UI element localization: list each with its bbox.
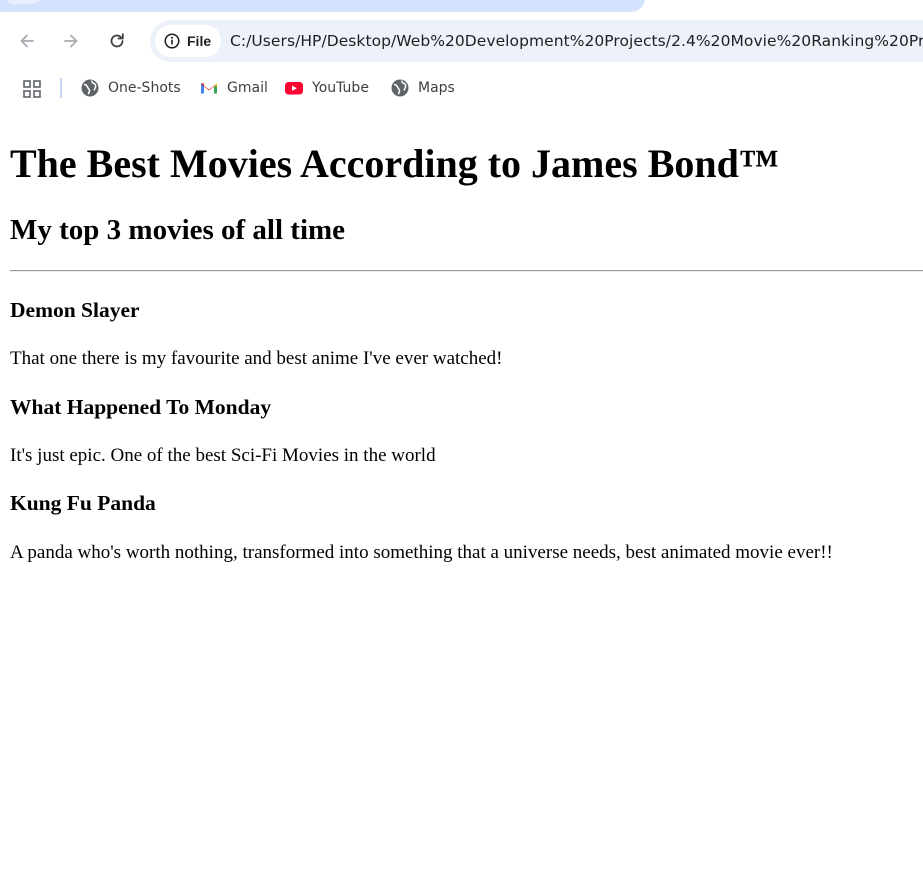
site-info-label: File: [187, 33, 212, 49]
forward-arrow-icon: [64, 34, 78, 48]
globe-icon: [81, 79, 99, 97]
bookmark-label: YouTube: [312, 80, 369, 96]
movie-description: That one there is my favourite and best …: [10, 348, 503, 369]
bookmarks-bar: One-Shots Gmail YouTube Maps: [0, 70, 923, 106]
movie-title: Demon Slayer: [10, 298, 140, 322]
bookmark-label: Gmail: [227, 80, 268, 96]
active-tab[interactable]: [0, 0, 645, 12]
movie-description: It's just epic. One of the best Sci-Fi M…: [10, 445, 436, 466]
back-button[interactable]: [14, 28, 40, 54]
horizontal-rule: [10, 270, 923, 272]
youtube-icon: [285, 82, 303, 95]
gmail-icon: [201, 83, 217, 94]
bookmark-maps[interactable]: Maps: [390, 76, 455, 100]
back-arrow-icon: [20, 34, 34, 48]
site-info-chip[interactable]: File: [155, 25, 222, 57]
bookmark-youtube[interactable]: YouTube: [284, 76, 369, 100]
browser-toolbar: File C:/Users/HP/Desktop/Web%20Developme…: [0, 12, 923, 70]
tab-strip: [0, 0, 923, 12]
bookmark-one-shots[interactable]: One-Shots: [80, 76, 181, 100]
bookmark-label: Maps: [418, 80, 455, 96]
reload-icon: [110, 33, 124, 48]
globe-icon: [391, 79, 409, 97]
bookmark-label: One-Shots: [108, 80, 181, 96]
reload-button[interactable]: [104, 28, 130, 54]
page-title: The Best Movies According to James Bond™: [10, 141, 779, 186]
forward-button[interactable]: [58, 28, 84, 54]
apps-grid-icon[interactable]: [22, 79, 42, 99]
bookmarks-separator: [60, 78, 62, 98]
info-icon: [164, 33, 180, 49]
movie-description: A panda who's worth nothing, transformed…: [10, 542, 833, 563]
url-text[interactable]: C:/Users/HP/Desktop/Web%20Development%20…: [230, 20, 923, 62]
bookmark-gmail[interactable]: Gmail: [199, 76, 268, 100]
movie-title: What Happened To Monday: [10, 395, 272, 419]
movie-title: Kung Fu Panda: [10, 491, 156, 515]
address-bar[interactable]: File C:/Users/HP/Desktop/Web%20Developme…: [150, 20, 923, 62]
page-subtitle: My top 3 movies of all time: [10, 214, 346, 246]
